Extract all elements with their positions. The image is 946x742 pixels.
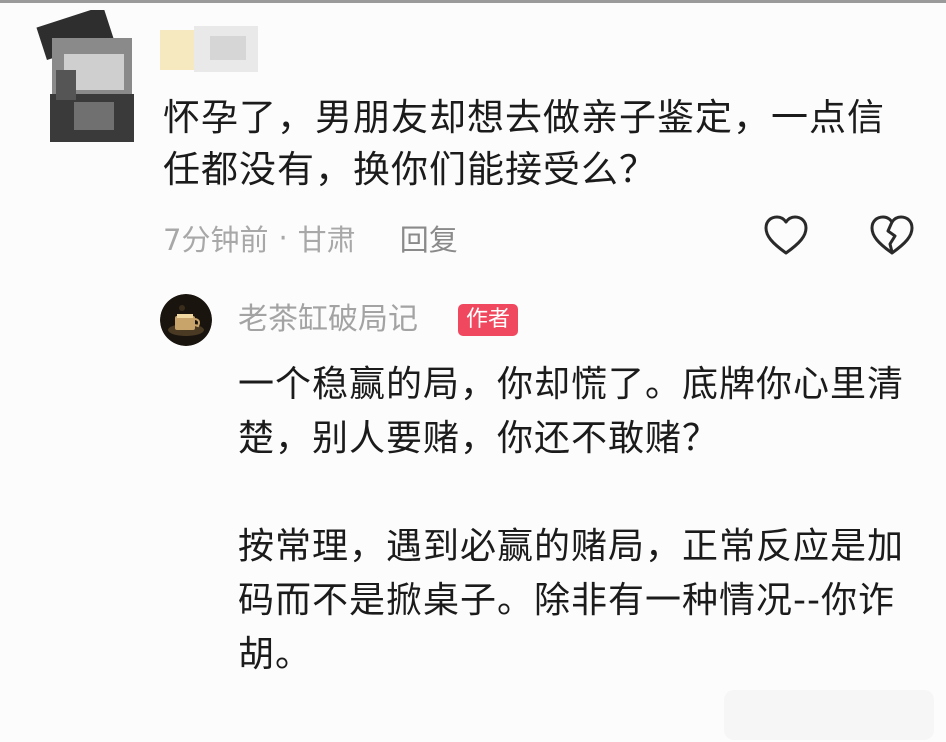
comment-location: 甘肃 bbox=[297, 223, 356, 257]
author-badge: 作者 bbox=[458, 304, 519, 336]
heart-outline-icon[interactable] bbox=[762, 212, 810, 260]
top-divider bbox=[0, 0, 946, 3]
comment-body: 怀孕了，男朋友却想去做亲子鉴定，一点信任都没有，换你们能接受么？ bbox=[163, 96, 885, 191]
author-name[interactable]: 老茶缸破局记 bbox=[238, 298, 418, 342]
broken-heart-icon[interactable] bbox=[868, 212, 916, 260]
reply-paragraph: 一个稳赢的局，你却慌了。底牌你心里清楚，别人要赌，你还不敢赌？ bbox=[238, 364, 905, 459]
meta-separator: · bbox=[278, 221, 288, 255]
author-avatar[interactable] bbox=[160, 294, 212, 346]
watermark-overlay bbox=[724, 690, 934, 740]
comment-meta: 7分钟前 · 甘肃 回复 bbox=[163, 214, 458, 262]
comment-thread: 怀孕了，男朋友却想去做亲子鉴定，一点信任都没有，换你们能接受么？ 7分钟前 · … bbox=[0, 0, 946, 742]
author-reply-body: 一个稳赢的局，你却慌了。底牌你心里清楚，别人要赌，你还不敢赌？ 按常理，遇到必赢… bbox=[238, 358, 938, 682]
comment-time: 7分钟前 bbox=[163, 223, 269, 257]
reply-paragraph: 按常理，遇到必赢的赌局，正常反应是加码而不是掀桌子。除非有一种情况--你诈胡。 bbox=[238, 526, 905, 675]
commenter-avatar-blurred[interactable] bbox=[30, 10, 140, 160]
reply-button[interactable]: 回复 bbox=[400, 217, 458, 259]
commenter-name-blurred bbox=[160, 26, 258, 72]
